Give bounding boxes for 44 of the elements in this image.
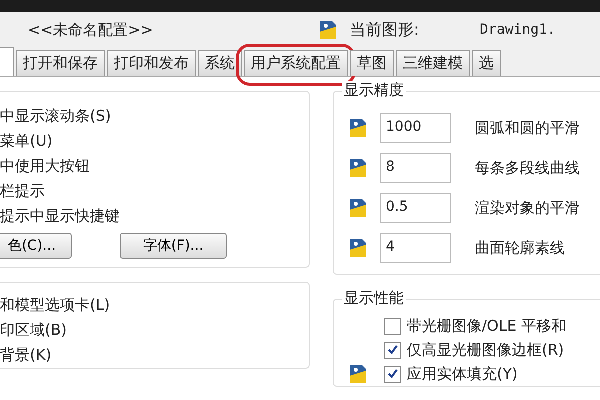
checkbox-label: 带光栅图像/OLE 平移和 <box>407 316 566 336</box>
dialog-button[interactable]: 色(C)... <box>0 233 72 259</box>
tab[interactable]: 草图 <box>350 50 394 76</box>
current-drawing-name: Drawing1. <box>480 22 556 38</box>
drawing-icon <box>318 19 338 41</box>
option-label[interactable]: 提示中显示快捷键 <box>0 204 309 229</box>
option-label[interactable]: 菜单(U) <box>0 129 309 154</box>
setting-label: 每条多段线曲线 <box>475 158 580 178</box>
checkbox[interactable] <box>384 366 401 382</box>
checkbox[interactable] <box>384 318 401 334</box>
group-title: 显示精度 <box>342 81 406 100</box>
tab[interactable]: 系统 <box>198 50 242 76</box>
setting-label: 曲面轮廓素线 <box>475 238 565 258</box>
number-field[interactable]: 4 <box>380 233 451 263</box>
checkmark-icon <box>386 368 398 380</box>
option-label[interactable]: 印区域(B) <box>0 318 309 343</box>
drawing-icon <box>348 157 368 179</box>
option-label[interactable]: 背景(K) <box>0 343 309 368</box>
drawing-icon <box>348 197 368 219</box>
checkbox-label: 应用实体填充(Y) <box>407 364 518 384</box>
number-field[interactable]: 8 <box>380 153 451 183</box>
setting-label: 圆弧和圆的平滑 <box>475 118 580 138</box>
dialog-button[interactable]: 字体(F)... <box>120 233 227 259</box>
tab[interactable]: 三维建模 <box>396 50 470 76</box>
group-title: 显示性能 <box>342 289 406 308</box>
checkmark-icon <box>386 344 398 356</box>
checkbox[interactable] <box>384 342 401 358</box>
current-drawing-label: 当前图形: <box>350 20 420 40</box>
option-label[interactable]: 栏提示 <box>0 179 309 204</box>
tab[interactable]: 打印和发布 <box>107 50 196 76</box>
checkbox-label: 仅高显光栅图像边框(R) <box>407 340 564 360</box>
option-label[interactable]: 和模型选项卡(L) <box>0 293 309 318</box>
number-field[interactable]: 0.5 <box>380 193 451 223</box>
number-field[interactable]: 1000 <box>380 113 451 143</box>
option-label[interactable]: 中使用大按钮 <box>0 154 309 179</box>
tab[interactable]: 用户系统配置 <box>244 50 348 76</box>
option-label[interactable]: 中显示滚动条(S) <box>0 104 309 129</box>
drawing-icon <box>348 237 368 259</box>
tab[interactable] <box>0 47 14 76</box>
tab[interactable]: 选 <box>472 50 501 76</box>
drawing-icon <box>348 117 368 139</box>
tab[interactable]: 打开和保存 <box>16 50 105 76</box>
setting-label: 渲染对象的平滑 <box>475 198 580 218</box>
profile-name: <<未命名配置>> <box>28 20 154 40</box>
